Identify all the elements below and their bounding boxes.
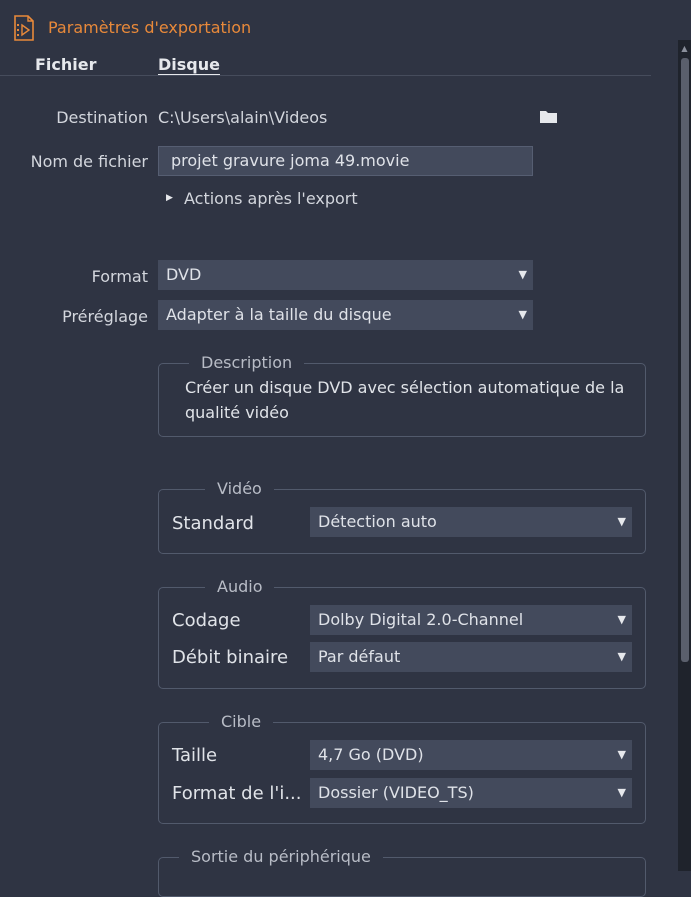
chevron-down-icon: ▼: [617, 786, 626, 799]
bitrate-label: Débit binaire: [172, 647, 289, 668]
device-output-legend: Sortie du périphérique: [179, 848, 383, 866]
page-title: Paramètres d'exportation: [48, 18, 252, 37]
description-text-line1: Créer un disque DVD avec sélection autom…: [185, 378, 625, 397]
device-output-group: Sortie du périphérique: [158, 848, 646, 897]
audio-group: Audio Codage Dolby Digital 2.0-Channel ▼…: [158, 578, 646, 689]
image-format-select[interactable]: Dossier (VIDEO_TS) ▼: [310, 778, 632, 808]
chevron-down-icon: ▼: [518, 308, 527, 321]
audio-legend: Audio: [205, 578, 275, 596]
destination-path: C:\Users\alain\Videos: [158, 108, 328, 127]
scrollbar-thumb[interactable]: [681, 58, 689, 662]
post-export-actions-toggle[interactable]: Actions après l'export: [184, 189, 358, 208]
size-select[interactable]: 4,7 Go (DVD) ▼: [310, 740, 632, 770]
tab-fichier[interactable]: Fichier: [35, 55, 97, 74]
standard-select[interactable]: Détection auto ▼: [310, 507, 632, 537]
image-format-select-value: Dossier (VIDEO_TS): [318, 783, 474, 802]
chevron-down-icon: ▼: [617, 613, 626, 626]
preset-label: Préréglage: [62, 307, 148, 326]
format-select[interactable]: DVD ▼: [158, 260, 533, 290]
chevron-down-icon: ▼: [617, 650, 626, 663]
chevron-down-icon: ▼: [518, 268, 527, 281]
filename-label: Nom de fichier: [30, 152, 148, 171]
description-legend: Description: [189, 354, 305, 372]
standard-select-value: Détection auto: [318, 512, 437, 531]
target-group: Cible Taille 4,7 Go (DVD) ▼ Format de l'…: [158, 713, 646, 824]
image-format-label: Format de l'i...: [172, 783, 302, 804]
bitrate-select-value: Par défaut: [318, 647, 401, 666]
codec-select[interactable]: Dolby Digital 2.0-Channel ▼: [310, 605, 632, 635]
chevron-down-icon: ▼: [617, 748, 626, 761]
video-legend: Vidéo: [205, 480, 274, 498]
destination-label: Destination: [56, 108, 148, 127]
tab-disque[interactable]: Disque: [158, 55, 220, 74]
standard-label: Standard: [172, 513, 254, 534]
preset-select-value: Adapter à la taille du disque: [166, 305, 392, 324]
size-label: Taille: [172, 745, 218, 766]
codec-label: Codage: [172, 610, 241, 631]
size-select-value: 4,7 Go (DVD): [318, 745, 424, 764]
codec-select-value: Dolby Digital 2.0-Channel: [318, 610, 524, 629]
format-select-value: DVD: [166, 265, 202, 284]
chevron-down-icon: ▼: [617, 515, 626, 528]
folder-icon[interactable]: [540, 110, 557, 123]
filename-input[interactable]: projet gravure joma 49.movie: [158, 146, 533, 176]
export-film-icon: [14, 15, 34, 41]
preset-select[interactable]: Adapter à la taille du disque ▼: [158, 300, 533, 330]
scroll-up-arrow-icon[interactable]: ▲: [678, 42, 691, 56]
expand-triangle-icon[interactable]: ▶: [166, 193, 173, 203]
description-text-line2: qualité vidéo: [185, 403, 289, 422]
bitrate-select[interactable]: Par défaut ▼: [310, 642, 632, 672]
target-legend: Cible: [209, 713, 274, 731]
tab-divider: [0, 75, 651, 76]
format-label: Format: [91, 267, 148, 286]
description-group: Description Créer un disque DVD avec sél…: [158, 354, 646, 437]
video-group: Vidéo Standard Détection auto ▼: [158, 480, 646, 554]
